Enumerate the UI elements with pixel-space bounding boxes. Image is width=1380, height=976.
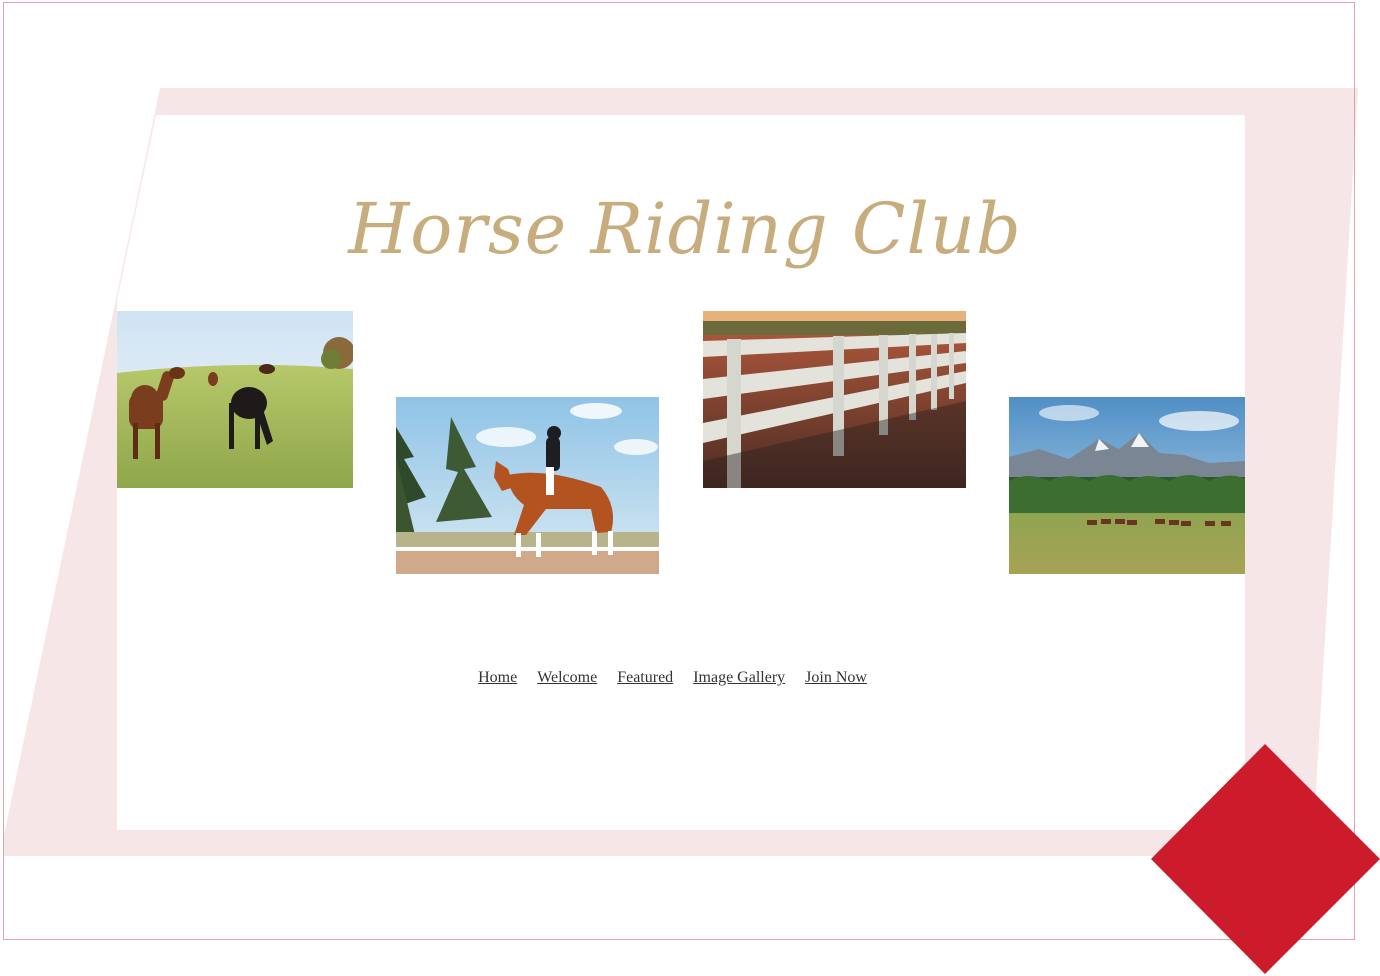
arena-fence-image	[703, 311, 966, 488]
grazing-horses-image	[117, 311, 353, 488]
nav-link-welcome[interactable]: Welcome	[537, 669, 597, 686]
mountain-pasture-image	[1009, 397, 1245, 574]
mountain-pasture-herd-photo[interactable]	[1009, 397, 1245, 574]
main-navigation: Home Welcome Featured Image Gallery Join…	[0, 669, 1345, 687]
page-canvas: Horse Riding Club Home Welcome Featured …	[0, 0, 1380, 976]
nav-link-join-now[interactable]: Join Now	[805, 669, 867, 686]
dressage-rider-image	[396, 397, 659, 574]
nav-link-image-gallery[interactable]: Image Gallery	[693, 669, 785, 686]
nav-link-home[interactable]: Home	[478, 669, 517, 686]
arena-fence-photo[interactable]	[703, 311, 966, 488]
site-title: Horse Riding Club	[348, 188, 1022, 270]
grazing-horses-meadow-photo[interactable]	[117, 311, 353, 488]
nav-link-featured[interactable]: Featured	[617, 669, 673, 686]
red-diamond-decoration	[1151, 744, 1380, 974]
dressage-rider-photo[interactable]	[396, 397, 659, 574]
